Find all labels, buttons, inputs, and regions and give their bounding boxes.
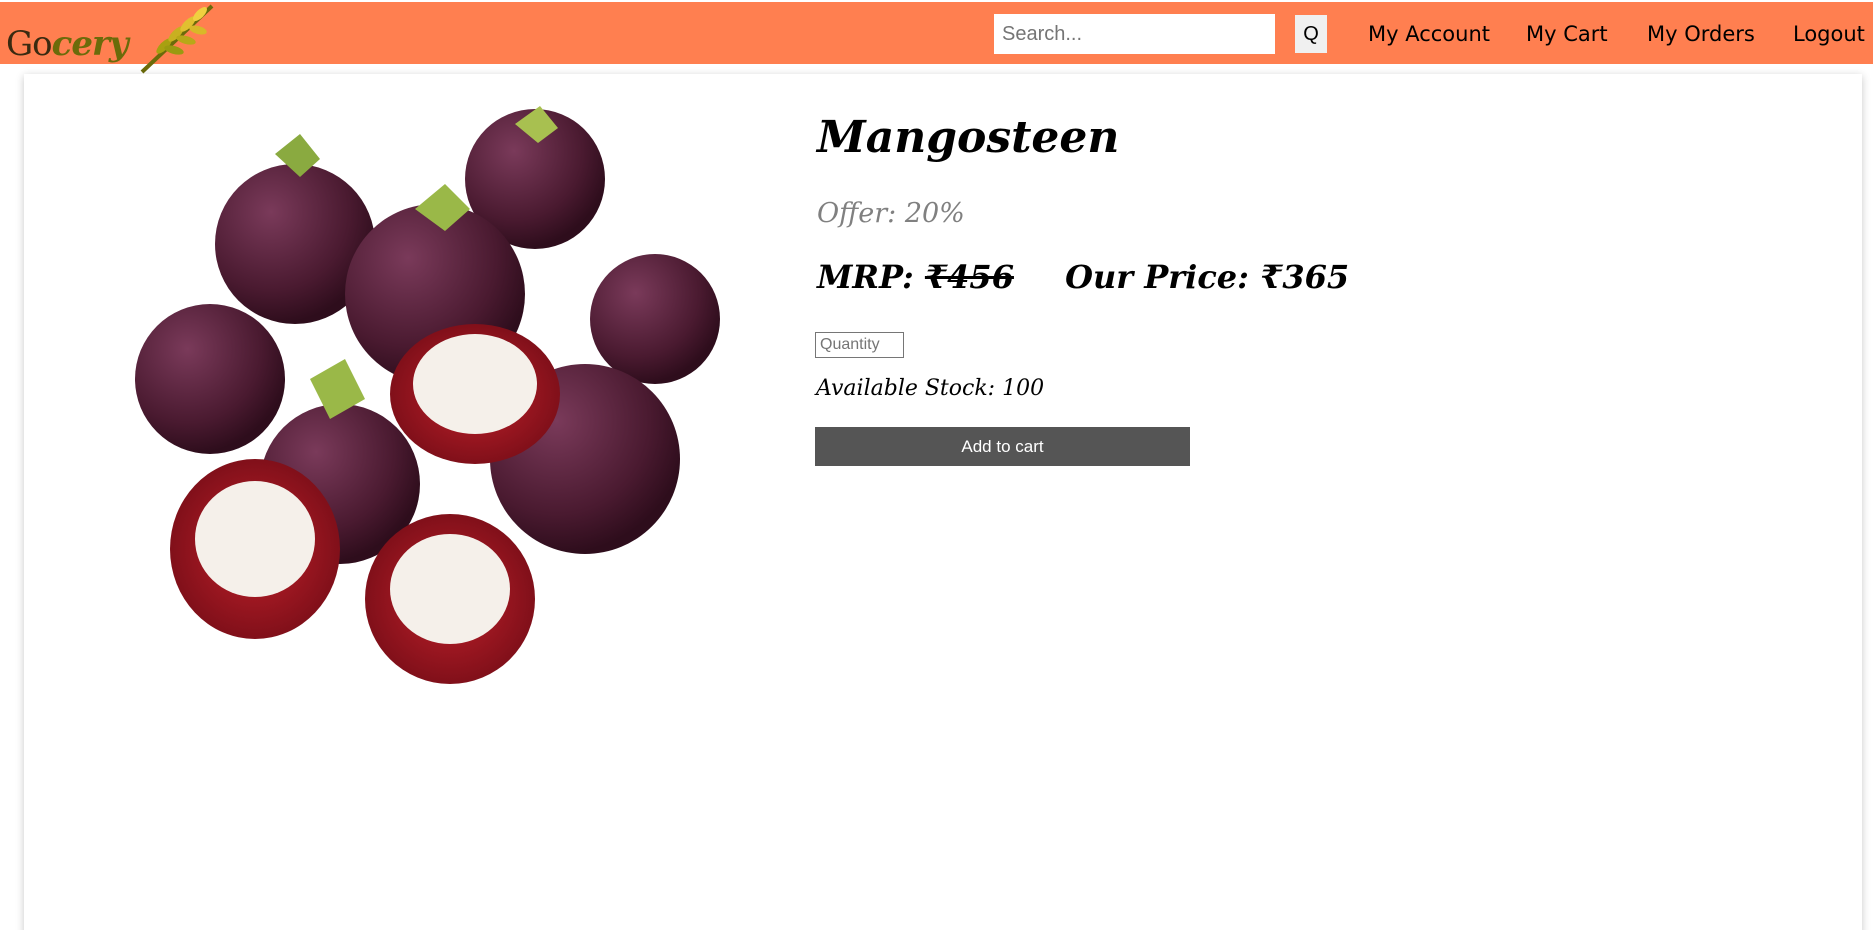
nav-my-cart[interactable]: My Cart <box>1526 22 1608 46</box>
available-stock: Available Stock: 100 <box>816 376 1045 401</box>
logo-text: Gocery <box>6 24 129 64</box>
nav-my-orders[interactable]: My Orders <box>1647 22 1755 46</box>
search-input[interactable] <box>994 14 1275 54</box>
price-row: MRP: ₹456 Our Price: ₹365 <box>817 258 1349 296</box>
product-title: Mangosteen <box>817 112 1120 163</box>
mrp-label: MRP: <box>817 258 914 296</box>
nav-logout[interactable]: Logout <box>1793 22 1865 46</box>
our-price-value: ₹365 <box>1260 258 1350 296</box>
quantity-input[interactable] <box>815 332 904 358</box>
add-to-cart-button[interactable]: Add to cart <box>815 427 1190 466</box>
navbar: Gocery Q My Account My Cart My Orders Lo… <box>0 2 1873 74</box>
mrp-value: ₹456 <box>924 258 1014 296</box>
offer-text: Offer: 20% <box>817 198 965 229</box>
search-button[interactable]: Q <box>1295 15 1327 53</box>
mangosteen-image <box>115 94 730 696</box>
nav-my-account[interactable]: My Account <box>1368 22 1490 46</box>
gocery-logo[interactable]: Gocery <box>4 2 224 76</box>
wheat-icon <box>140 4 214 74</box>
our-price-label: Our Price: <box>1065 258 1249 296</box>
